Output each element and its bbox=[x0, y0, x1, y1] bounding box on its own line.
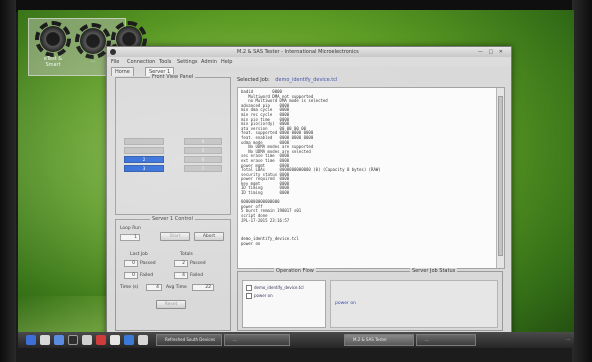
taskbar: Refreshed South Devices ... M.2 & SAS Te… bbox=[18, 332, 574, 348]
last-failed-value: 0 bbox=[124, 272, 138, 279]
menu-bar: File Connection Tools Settings Admin Hel… bbox=[107, 57, 511, 66]
total-passed-value: 2 bbox=[174, 260, 188, 267]
loop-run-input[interactable]: 1 bbox=[120, 234, 140, 241]
avg-time-value: 22 bbox=[192, 284, 214, 291]
taskbar-item[interactable]: ... bbox=[416, 334, 476, 346]
menu-connection[interactable]: Connection bbox=[127, 59, 155, 65]
document-icon[interactable] bbox=[138, 335, 148, 345]
slot-button[interactable]: 7 bbox=[184, 165, 222, 172]
selected-job-name: demo_identify_device.tcl bbox=[275, 77, 338, 83]
total-failed-label: Failed bbox=[190, 273, 204, 278]
desktop-screen: eTest & Smart ... M.2 & SAS Tester - Int… bbox=[18, 10, 574, 348]
file-manager-icon[interactable] bbox=[40, 335, 50, 345]
server-control-title: Server 1 Control bbox=[150, 216, 195, 222]
start-menu-icon[interactable] bbox=[26, 335, 36, 345]
gear-icon[interactable] bbox=[75, 23, 111, 59]
monitor-bezel-right bbox=[572, 0, 592, 362]
tool-icon[interactable] bbox=[96, 335, 106, 345]
menu-tools[interactable]: Tools bbox=[159, 59, 171, 65]
taskbar-item-active[interactable]: M.2 & SAS Tester bbox=[344, 334, 414, 346]
selected-job-label: Selected Job: bbox=[237, 77, 270, 83]
menu-admin[interactable]: Admin bbox=[201, 59, 217, 65]
terminal-icon[interactable] bbox=[68, 335, 78, 345]
menu-file[interactable]: File bbox=[111, 59, 119, 65]
total-failed-value: 4 bbox=[174, 272, 188, 279]
log-scroll-thumb[interactable] bbox=[498, 96, 503, 256]
totals-label: Totals bbox=[180, 252, 193, 257]
abort-button[interactable]: Abort bbox=[194, 232, 224, 241]
monitor-bezel-left bbox=[0, 0, 16, 362]
left-panel: Front View Panel 2 3 4 5 6 7 Server 1 Co… bbox=[111, 74, 231, 331]
operation-flow-panel: Operation Flow Server Job Status demo_id… bbox=[237, 268, 503, 331]
slot-button[interactable] bbox=[124, 138, 164, 145]
log-scrollbar[interactable] bbox=[496, 88, 504, 268]
avg-time-label: Avg Time bbox=[166, 285, 187, 290]
flow-item[interactable]: demo_identify_device.tcl bbox=[246, 285, 304, 291]
photo-frame: eTest & Smart ... M.2 & SAS Tester - Int… bbox=[0, 0, 592, 362]
slot-button[interactable]: 5 bbox=[184, 147, 222, 154]
menu-help[interactable]: Help bbox=[221, 59, 232, 65]
slot-button-selected[interactable]: 3 bbox=[124, 165, 164, 172]
taskbar-item[interactable]: Refreshed South Devices bbox=[156, 334, 222, 346]
front-view-title: Front View Panel bbox=[150, 74, 196, 80]
slot-button[interactable]: 6 bbox=[184, 156, 222, 163]
time-label: Time (s) bbox=[120, 285, 139, 290]
monitor-icon[interactable] bbox=[82, 335, 92, 345]
reset-button[interactable]: Reset bbox=[156, 300, 186, 309]
server-status-text: power on bbox=[335, 301, 356, 306]
checkbox-icon[interactable] bbox=[246, 293, 252, 299]
menu-settings[interactable]: Settings bbox=[177, 59, 198, 65]
start-button[interactable]: Start bbox=[160, 232, 190, 241]
last-passed-value: 0 bbox=[124, 260, 138, 267]
last-job-label: Last Job bbox=[130, 252, 148, 257]
browser-icon[interactable] bbox=[54, 335, 64, 345]
taskbar-item[interactable]: ... bbox=[224, 334, 290, 346]
taskbar-clock: ... bbox=[566, 336, 570, 341]
selected-job-header: Selected Job: demo_identify_device.tcl bbox=[237, 77, 507, 86]
tester-app-window: M.2 & SAS Tester - International Microel… bbox=[106, 46, 512, 336]
front-view-panel: Front View Panel 2 3 4 5 6 7 bbox=[115, 74, 231, 215]
server-job-status-title: Server Job Status bbox=[410, 268, 458, 274]
last-passed-label: Passed bbox=[140, 261, 156, 266]
job-log-output[interactable]: badid 0000 Multiword DMA not supported n… bbox=[237, 87, 505, 269]
operation-flow-list[interactable]: demo_identify_device.tcl power on bbox=[242, 280, 326, 328]
loop-run-label: Loop Run bbox=[120, 226, 141, 231]
window-controls[interactable]: — □ ✕ bbox=[478, 49, 505, 55]
window-title: M.2 & SAS Tester - International Microel… bbox=[237, 49, 359, 55]
slot-button-selected[interactable]: 2 bbox=[124, 156, 164, 163]
gear-icon[interactable] bbox=[35, 21, 71, 57]
last-failed-label: Failed bbox=[140, 273, 154, 278]
server-job-status-area: power on bbox=[330, 280, 498, 328]
app-icon bbox=[110, 49, 116, 55]
operation-flow-title: Operation Flow bbox=[274, 268, 316, 274]
window-title-bar[interactable]: M.2 & SAS Tester - International Microel… bbox=[107, 47, 511, 57]
log-line: power on bbox=[241, 240, 261, 246]
time-value: 4 bbox=[146, 284, 162, 291]
total-passed-label: Passed bbox=[190, 261, 206, 266]
log-lines: badid 0000 Multiword DMA not supported n… bbox=[241, 89, 381, 246]
checkbox-icon[interactable] bbox=[246, 285, 252, 291]
tab-home[interactable]: Home bbox=[111, 67, 134, 76]
server-control-panel: Server 1 Control Loop Run 1 Start Abort … bbox=[115, 216, 231, 331]
flow-item[interactable]: power on bbox=[246, 293, 273, 299]
slot-button[interactable]: 4 bbox=[184, 138, 222, 145]
network-icon[interactable] bbox=[124, 335, 134, 345]
desktop-icon-label: eTest & Smart bbox=[43, 56, 63, 68]
slot-button[interactable] bbox=[124, 147, 164, 154]
wrench-icon[interactable] bbox=[110, 335, 120, 345]
desktop-icon-label: ... bbox=[90, 58, 96, 64]
